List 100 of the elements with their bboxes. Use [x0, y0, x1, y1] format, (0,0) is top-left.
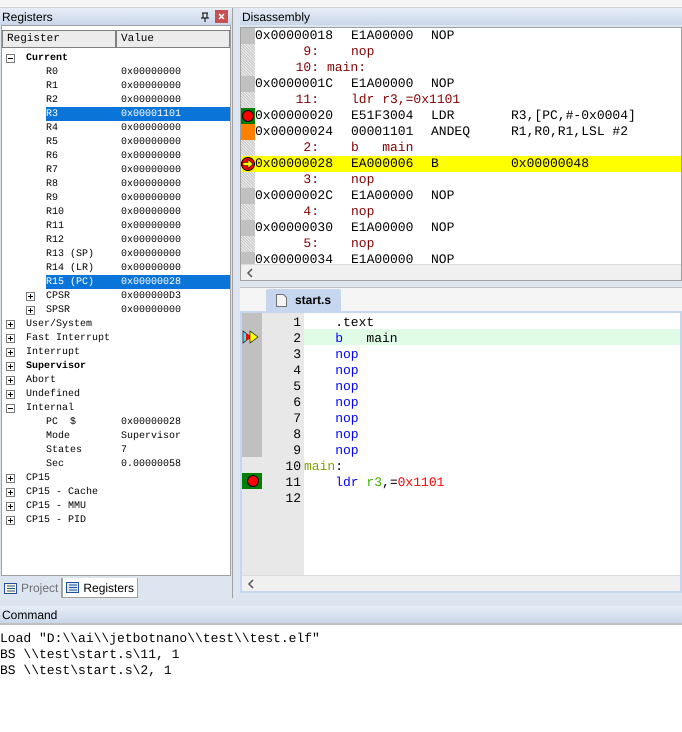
register-row[interactable]: CP15 - PID: [26, 513, 230, 527]
source-text: nop: [350, 235, 374, 254]
opcode-text: E1A00000: [351, 219, 414, 238]
register-row[interactable]: R5 0x00000000: [46, 135, 230, 149]
gutter-cell: [241, 92, 255, 108]
expand-icon[interactable]: [6, 474, 15, 482]
register-value: 0x00000000: [121, 220, 182, 234]
operands-text: 0x00000048: [511, 155, 590, 174]
gutter-cell: [241, 252, 255, 264]
register-row[interactable]: CP15 - MMU: [26, 499, 230, 513]
register-row[interactable]: R4 0x00000000: [46, 121, 230, 135]
pin-icon[interactable]: [201, 12, 209, 22]
source-text: main:: [326, 59, 366, 78]
gutter-cell: [241, 172, 255, 188]
mnemonic-text: NOP: [431, 219, 456, 238]
register-row[interactable]: CPSR 0x000000D3: [46, 289, 230, 303]
mnemonic-text: ANDEQ: [431, 123, 472, 142]
register-row[interactable]: R14 (LR) 0x00000000: [46, 261, 230, 275]
register-name: R5: [46, 136, 60, 150]
expand-icon[interactable]: [26, 292, 35, 300]
register-row[interactable]: Internal: [26, 401, 230, 415]
register-row[interactable]: Abort: [26, 373, 230, 387]
register-row[interactable]: R3 0x00001101: [46, 107, 230, 121]
close-button[interactable]: [215, 10, 228, 23]
expand-icon[interactable]: [6, 334, 15, 342]
register-name: R10: [46, 206, 66, 220]
register-name: R4: [46, 122, 60, 136]
line-number: 12: [285, 490, 301, 505]
gutter-cell: [241, 28, 255, 44]
register-name: R7: [46, 164, 60, 178]
register-name: Supervisor: [26, 360, 88, 374]
register-row[interactable]: R7 0x00000000: [46, 163, 230, 177]
register-value: Supervisor: [121, 430, 182, 444]
line-number: 9: [293, 442, 301, 457]
horizontal-scrollbar[interactable]: [241, 264, 681, 280]
register-row[interactable]: User/System: [26, 317, 230, 331]
horizontal-scrollbar[interactable]: [242, 575, 680, 591]
register-value: 0x00000000: [121, 206, 182, 220]
register-name: R12: [46, 234, 66, 248]
address-text: 0x00000018: [255, 28, 334, 46]
expand-icon[interactable]: [6, 376, 15, 384]
register-row[interactable]: SPSR 0x00000000: [46, 303, 230, 317]
column-header[interactable]: Value: [116, 30, 230, 48]
code-instruction: nop: [335, 426, 360, 441]
expand-icon[interactable]: [6, 488, 15, 496]
register-name: Mode: [46, 430, 72, 444]
register-row[interactable]: Sec 0.00000058: [46, 457, 230, 471]
command-output-line: BS \\test\start.s\2, 1: [0, 662, 172, 677]
expand-icon[interactable]: [6, 362, 15, 370]
register-row[interactable]: R12 0x00000000: [46, 233, 230, 247]
register-row[interactable]: R13 (SP) 0x00000000: [46, 247, 230, 261]
register-value: 0x00000000: [121, 178, 182, 192]
register-name: R1: [46, 80, 60, 94]
collapse-icon[interactable]: [6, 404, 15, 412]
line-number: 7: [293, 410, 301, 425]
operands-text: R1,R0,R1,LSL #2: [511, 123, 628, 142]
register-row[interactable]: CP15 - Cache: [26, 485, 230, 499]
register-row[interactable]: R0 0x00000000: [46, 65, 230, 79]
register-row[interactable]: R10 0x00000000: [46, 205, 230, 219]
register-value: 0x00000000: [121, 136, 182, 150]
register-row[interactable]: Supervisor: [26, 359, 230, 373]
collapse-icon[interactable]: [6, 54, 15, 62]
expand-icon[interactable]: [6, 348, 15, 356]
register-row[interactable]: PC $ 0x00000028: [46, 415, 230, 429]
register-row[interactable]: R1 0x00000000: [46, 79, 230, 93]
register-row[interactable]: Undefined: [26, 387, 230, 401]
line-number: 6: [293, 394, 301, 409]
register-name: R14 (LR): [46, 262, 96, 276]
panel-tab[interactable]: Registers: [62, 578, 138, 598]
source-text: b main: [350, 139, 414, 158]
register-row[interactable]: R6 0x00000000: [46, 149, 230, 163]
register-row[interactable]: R9 0x00000000: [46, 191, 230, 205]
file-tab[interactable]: start.s: [266, 289, 342, 311]
code-label: main:: [304, 458, 344, 473]
register-row[interactable]: R2 0x00000000: [46, 93, 230, 107]
register-row[interactable]: R15 (PC) 0x00000028: [46, 275, 230, 289]
register-value: 0x00000000: [121, 248, 182, 262]
opcode-text: 00001101: [351, 123, 414, 142]
register-row[interactable]: R11 0x00000000: [46, 219, 230, 233]
address-text: 0x00000034: [255, 251, 334, 264]
opcode-text: E1A00000: [351, 251, 414, 264]
source-line-number: 2:: [302, 139, 319, 158]
register-row[interactable]: States 7: [46, 443, 230, 457]
register-row[interactable]: Current: [26, 51, 230, 65]
register-row[interactable]: R8 0x00000000: [46, 177, 230, 191]
register-row[interactable]: Interrupt: [26, 345, 230, 359]
register-row[interactable]: Fast Interrupt: [26, 331, 230, 345]
register-value: 0x00000028: [121, 276, 182, 290]
register-row[interactable]: Mode Supervisor: [46, 429, 230, 443]
register-name: R0: [46, 66, 60, 80]
column-header[interactable]: Register: [2, 30, 116, 48]
register-row[interactable]: CP15: [26, 471, 230, 485]
list-icon: [66, 582, 80, 593]
register-name: Internal: [26, 402, 76, 416]
expand-icon[interactable]: [6, 502, 15, 510]
expand-icon[interactable]: [6, 390, 15, 398]
expand-icon[interactable]: [6, 320, 15, 328]
expand-icon[interactable]: [6, 516, 15, 524]
expand-icon[interactable]: [26, 306, 35, 314]
register-name: SPSR: [46, 304, 72, 318]
